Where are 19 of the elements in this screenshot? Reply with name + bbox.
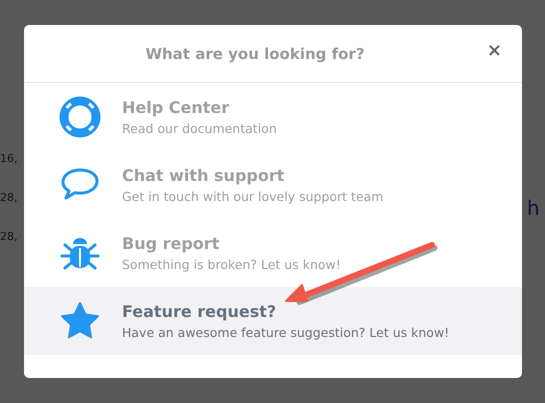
dialog-title: What are you looking for? [145,44,365,62]
menu-item[interactable]: Feature request? Have an awesome feature suggestion? Let us know! [24,287,522,355]
close-button[interactable]: × [484,41,504,61]
table-cell-text: 28, [0,190,18,206]
menu-item[interactable]: Bug report Something is broken? Let us know! [24,219,522,287]
table-cell-text: 28, [0,229,18,245]
item-title: Chat with support [122,166,286,185]
menu-item[interactable]: Help Center Read our documentation [24,83,522,151]
item-title: Bug report [122,234,220,253]
lifebuoy-icon [59,96,101,138]
item-title: Help Center [122,98,230,117]
table-cell-text: 16, [0,151,18,167]
menu-item[interactable]: Chat with support Get in touch with our lovely support team [24,151,522,219]
item-description: Read our documentation [122,121,277,136]
item-title: Feature request? [122,302,278,321]
item-description: Something is broken? Let us know! [122,257,341,272]
item-description: Get in touch with our lovely support team [122,189,384,204]
item-description: Have an awesome feature suggestion? Let us know! [122,325,450,340]
link-text[interactable]: h [527,196,540,220]
